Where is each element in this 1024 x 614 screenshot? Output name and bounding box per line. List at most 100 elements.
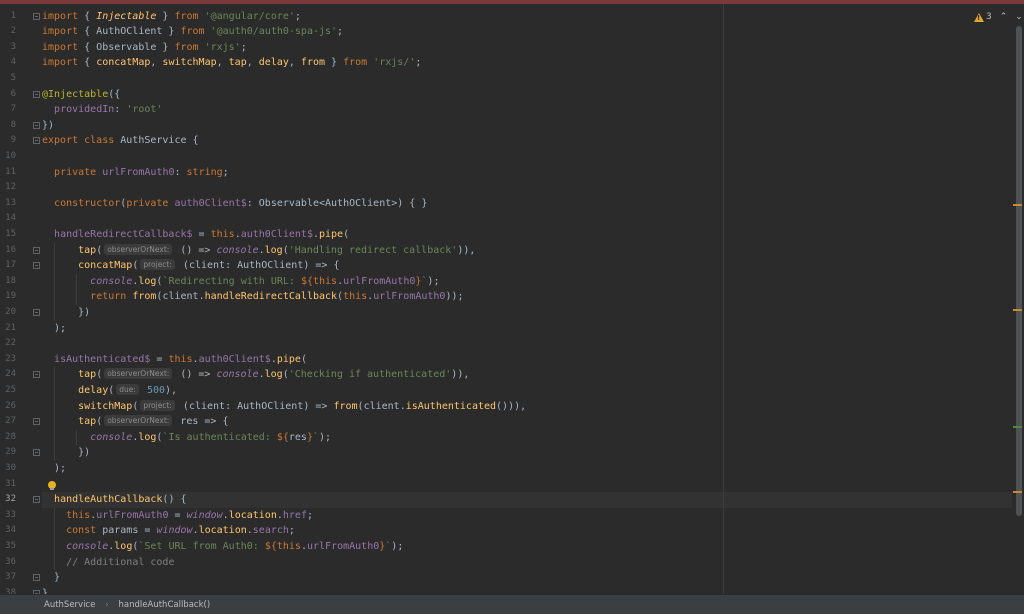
line-number[interactable]: 13 xyxy=(0,196,16,212)
line-number[interactable]: 29 xyxy=(0,445,16,461)
code-line[interactable]: import { Observable } from 'rxjs'; xyxy=(42,40,247,56)
line-number[interactable]: 14 xyxy=(0,211,16,227)
fold-marker-icon[interactable] xyxy=(33,418,40,426)
line-number[interactable]: 2 xyxy=(0,24,16,40)
code-line[interactable]: const params = window.location.search; xyxy=(42,523,295,539)
code-token: export class xyxy=(42,135,115,147)
code-line[interactable]: private urlFromAuth0: string; xyxy=(42,165,229,181)
line-number[interactable]: 1 xyxy=(0,9,16,25)
line-number[interactable]: 7 xyxy=(0,102,16,118)
code-line[interactable]: // Additional code xyxy=(42,555,174,571)
code-line[interactable]: export class AuthService { xyxy=(42,133,199,149)
warning-stripe-marker[interactable] xyxy=(1013,491,1022,493)
line-number[interactable]: 5 xyxy=(0,71,16,87)
line-number[interactable]: 11 xyxy=(0,165,16,181)
line-number[interactable]: 26 xyxy=(0,399,16,415)
code-line[interactable]: import { AuthOClient } from '@auth0/auth… xyxy=(42,24,343,40)
line-number[interactable]: 36 xyxy=(0,555,16,571)
line-number[interactable]: 25 xyxy=(0,383,16,399)
line-number[interactable]: 21 xyxy=(0,321,16,337)
code-line[interactable]: }) xyxy=(42,445,90,461)
code-editor[interactable]: 1 2 3 4 5 6 7 8 9 10 11 12 13 14 15 16 17 18 19 20 21 22 23 24 2… xyxy=(0,4,1024,599)
line-number[interactable]: 15 xyxy=(0,227,16,243)
code-area[interactable]: import { Injectable } from '@angular/cor… xyxy=(42,4,1022,599)
code-line[interactable]: }) xyxy=(42,118,54,134)
code-token: log xyxy=(138,431,157,443)
code-line[interactable]: concatMap(project: (client: AuthOClient)… xyxy=(42,258,339,274)
code-token: AuthService { xyxy=(114,135,199,147)
fold-marker-icon[interactable] xyxy=(33,308,40,316)
next-highlight-icon[interactable]: ⌄ xyxy=(1015,12,1023,22)
code-line[interactable]: switchMap(project: (client: AuthOClient)… xyxy=(42,399,526,415)
code-line[interactable]: tap(observerOrNext: () => console.log('H… xyxy=(42,243,475,259)
code-line[interactable]: @Injectable({ xyxy=(42,87,120,103)
previous-highlight-icon[interactable]: ⌃ xyxy=(1000,12,1008,22)
code-line[interactable]: handleRedirectCallback$ = this.auth0Clie… xyxy=(42,227,349,243)
fold-marker-icon[interactable] xyxy=(33,90,40,98)
code-line[interactable]: delay(due: 500), xyxy=(42,383,177,399)
code-line[interactable]: ); xyxy=(42,461,66,477)
fold-marker-icon[interactable] xyxy=(33,12,40,20)
code-line[interactable]: import { Injectable } from '@angular/cor… xyxy=(42,9,301,25)
code-line[interactable]: handleAuthCallback() { xyxy=(42,492,186,508)
line-number[interactable]: 8 xyxy=(0,118,16,134)
warning-stripe-marker[interactable] xyxy=(1013,204,1022,206)
code-line[interactable]: isAuthenticated$ = this.auth0Client$.pip… xyxy=(42,352,307,368)
fold-marker-icon[interactable] xyxy=(33,121,40,129)
line-number[interactable]: 16 xyxy=(0,243,16,259)
fold-marker-icon[interactable] xyxy=(33,137,40,145)
code-line[interactable]: providedIn: 'root' xyxy=(42,102,162,118)
inspection-widget[interactable]: 3 ⌃ ⌄ xyxy=(974,12,1023,22)
line-number[interactable]: 12 xyxy=(0,180,16,196)
code-line[interactable]: return from(client.handleRedirectCallbac… xyxy=(42,289,463,305)
code-line[interactable]: constructor(private auth0Client$: Observ… xyxy=(42,196,427,212)
code-line[interactable]: console.log(`Is authenticated: ${res}`); xyxy=(42,430,331,446)
scrollbar-thumb[interactable] xyxy=(1016,26,1022,516)
breadcrumb-class[interactable]: AuthService xyxy=(44,600,95,610)
line-number[interactable]: 3 xyxy=(0,40,16,56)
line-number[interactable]: 20 xyxy=(0,305,16,321)
code-line[interactable]: this.urlFromAuth0 = window.location.href… xyxy=(42,508,313,524)
fold-marker-icon[interactable] xyxy=(33,496,40,504)
code-line[interactable]: ); xyxy=(42,321,66,337)
line-number[interactable]: 27 xyxy=(0,414,16,430)
code-line[interactable]: console.log(`Set URL from Auth0: ${this.… xyxy=(42,539,403,555)
code-line[interactable]: console.log(`Redirecting with URL: ${thi… xyxy=(42,274,439,290)
code-token: switchMap xyxy=(78,400,133,412)
fold-marker-icon[interactable] xyxy=(33,449,40,457)
line-number[interactable]: 9 xyxy=(0,133,16,149)
line-number[interactable]: 24 xyxy=(0,367,16,383)
code-line[interactable]: import { concatMap, switchMap, tap, dela… xyxy=(42,55,421,71)
code-line[interactable]: tap(observerOrNext: res => { xyxy=(42,414,228,430)
code-line[interactable]: } xyxy=(42,570,60,586)
line-number[interactable]: 35 xyxy=(0,539,16,555)
breadcrumb-method[interactable]: handleAuthCallback() xyxy=(119,600,211,610)
line-number[interactable]: 19 xyxy=(0,289,16,305)
line-number[interactable]: 4 xyxy=(0,55,16,71)
line-number[interactable]: 32 xyxy=(0,492,16,508)
line-number[interactable]: 6 xyxy=(0,87,16,103)
fold-marker-icon[interactable] xyxy=(33,371,40,379)
line-number[interactable]: 10 xyxy=(0,149,16,165)
fold-marker-icon[interactable] xyxy=(33,574,40,582)
line-number[interactable]: 30 xyxy=(0,461,16,477)
line-number[interactable]: 31 xyxy=(0,477,16,493)
warning-stripe-marker[interactable] xyxy=(1013,309,1022,311)
line-number[interactable]: 33 xyxy=(0,508,16,524)
fold-marker-icon[interactable] xyxy=(33,246,40,254)
line-number[interactable]: 34 xyxy=(0,523,16,539)
line-number-gutter[interactable]: 1 2 3 4 5 6 7 8 9 10 11 12 13 14 15 16 17 18 19 20 21 22 23 24 2… xyxy=(0,4,42,598)
code-line[interactable]: tap(observerOrNext: () => console.log('C… xyxy=(42,367,469,383)
line-number[interactable]: 22 xyxy=(0,336,16,352)
line-number[interactable]: 17 xyxy=(0,258,16,274)
lightbulb-icon[interactable] xyxy=(48,481,56,490)
line-number[interactable]: 37 xyxy=(0,570,16,586)
line-number[interactable]: 18 xyxy=(0,274,16,290)
line-number[interactable]: 28 xyxy=(0,430,16,446)
line-number[interactable]: 23 xyxy=(0,352,16,368)
fold-marker-icon[interactable] xyxy=(33,262,40,270)
change-stripe-marker[interactable] xyxy=(1013,426,1022,428)
code-token: ( xyxy=(96,369,103,381)
code-line[interactable]: }) xyxy=(42,305,90,321)
